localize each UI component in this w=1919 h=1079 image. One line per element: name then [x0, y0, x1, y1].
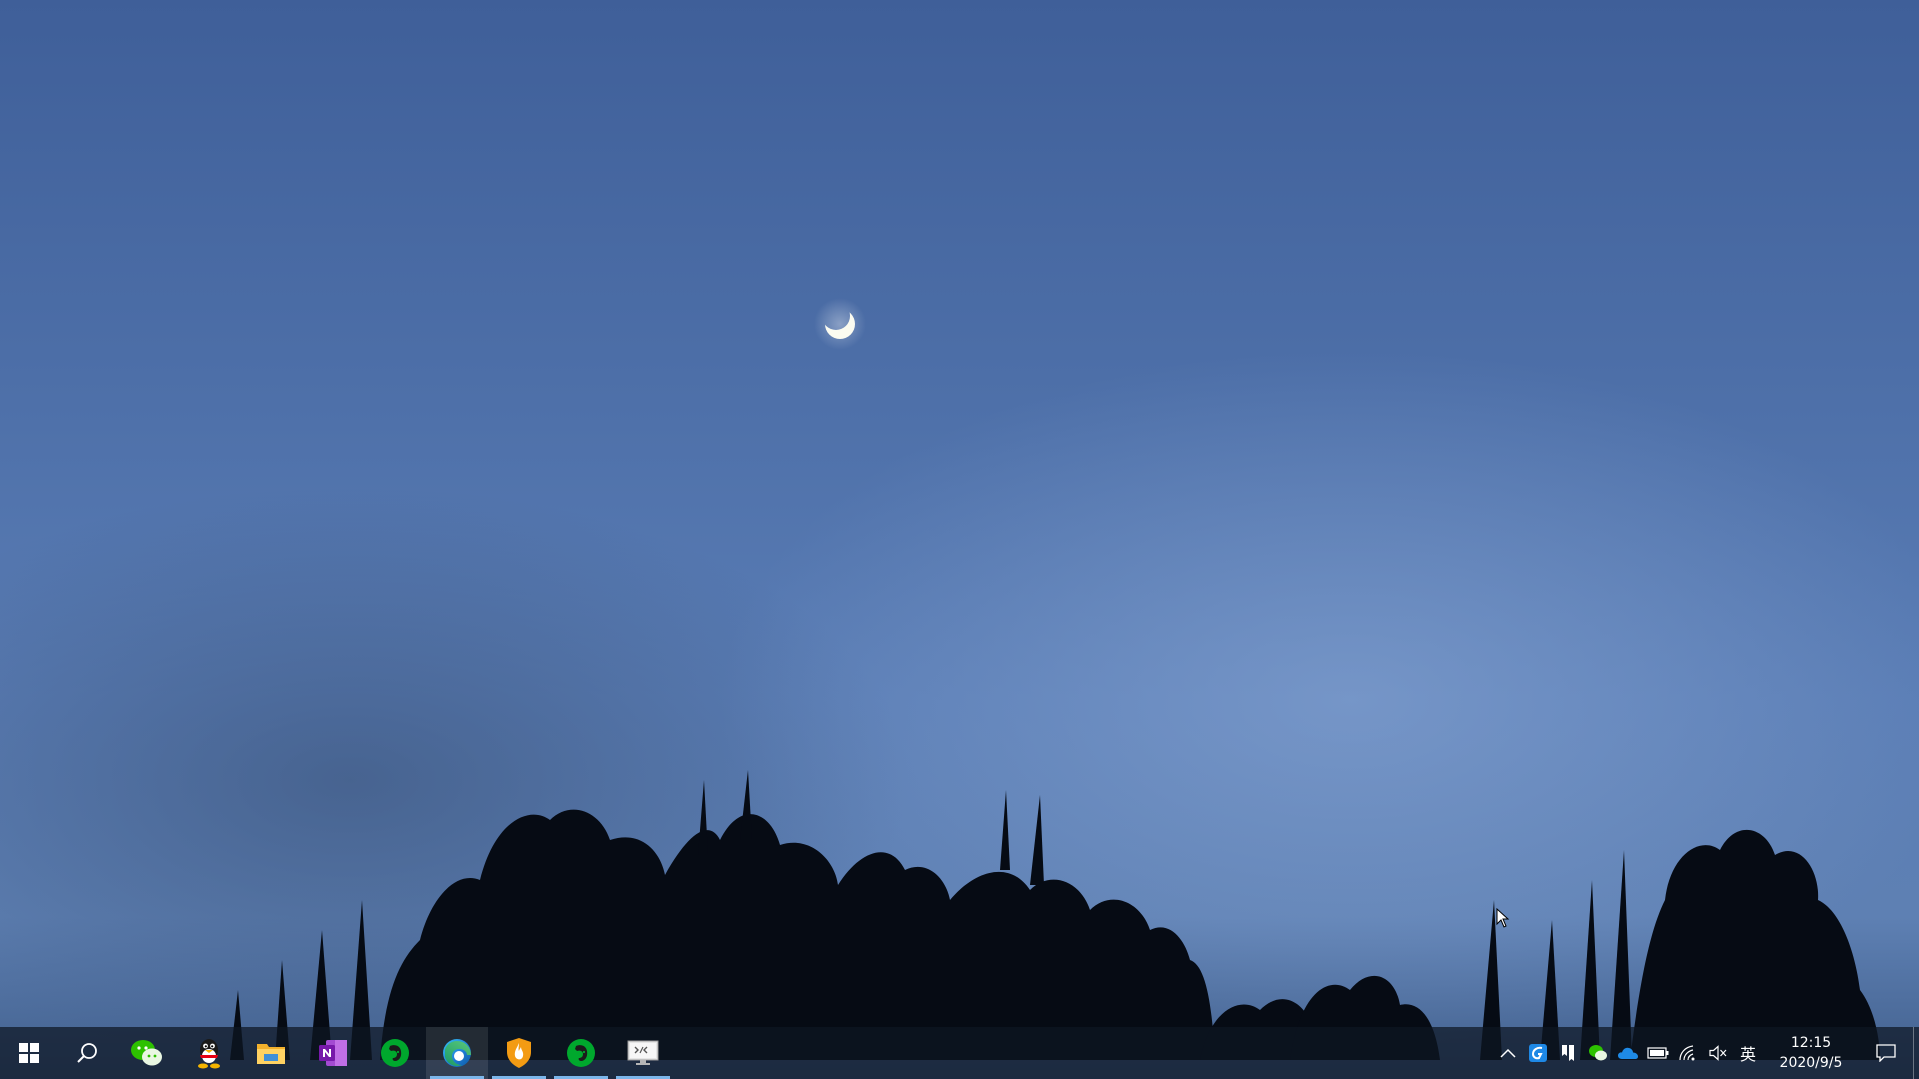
- wechat-icon: [1589, 1045, 1607, 1061]
- monitor-icon: [627, 1040, 659, 1065]
- search-icon: [77, 1043, 97, 1063]
- taskbar-app-onenote[interactable]: [302, 1027, 364, 1079]
- taskbar-app-file-explorer[interactable]: [240, 1027, 302, 1079]
- bookmark-icon: [1562, 1045, 1574, 1061]
- taskbar: 英 12:15 2020/9/5: [0, 1027, 1919, 1079]
- tray-browser[interactable]: [1523, 1027, 1553, 1079]
- tray-wifi[interactable]: [1673, 1027, 1703, 1079]
- notification-icon: [1876, 1044, 1896, 1062]
- edge-icon: [443, 1039, 471, 1067]
- tray-overflow-button[interactable]: [1493, 1027, 1523, 1079]
- show-desktop-button[interactable]: [1913, 1027, 1919, 1079]
- evernote-icon: [381, 1039, 409, 1067]
- windows-start-icon: [19, 1043, 39, 1063]
- evernote-icon: [567, 1039, 595, 1067]
- volume-muted-icon: [1709, 1045, 1727, 1061]
- onedrive-icon: [1618, 1047, 1638, 1059]
- wifi-icon: [1679, 1045, 1695, 1061]
- wechat-icon: [131, 1040, 162, 1066]
- tray-bookmark[interactable]: [1553, 1027, 1583, 1079]
- action-center-button[interactable]: [1859, 1027, 1913, 1079]
- tray-wechat[interactable]: [1583, 1027, 1613, 1079]
- shield-icon: [507, 1038, 531, 1068]
- taskbar-app-wechat[interactable]: [116, 1027, 178, 1079]
- chevron-up-icon: [1500, 1048, 1516, 1058]
- taskbar-app-remote-display[interactable]: [612, 1027, 674, 1079]
- onenote-icon: [319, 1040, 347, 1066]
- tray-volume[interactable]: [1703, 1027, 1733, 1079]
- ime-label: 英: [1739, 1045, 1756, 1064]
- browser-tray-icon: [1529, 1044, 1547, 1062]
- tray-battery[interactable]: [1643, 1027, 1673, 1079]
- taskbar-app-huorong[interactable]: [488, 1027, 550, 1079]
- clock[interactable]: 12:15 2020/9/5: [1763, 1027, 1859, 1079]
- battery-icon: [1647, 1047, 1669, 1059]
- tray-onedrive[interactable]: [1613, 1027, 1643, 1079]
- tree-silhouettes: [230, 770, 1880, 1060]
- ime-indicator[interactable]: 英: [1733, 1027, 1763, 1079]
- mouse-cursor-icon: [1496, 908, 1510, 928]
- search-button[interactable]: [58, 1027, 116, 1079]
- taskbar-app-edge[interactable]: [426, 1027, 488, 1079]
- clock-date: 2020/9/5: [1779, 1055, 1843, 1071]
- moon-image: [812, 296, 868, 352]
- taskbar-app-evernote-running[interactable]: [550, 1027, 612, 1079]
- taskbar-app-qq[interactable]: [178, 1027, 240, 1079]
- start-button[interactable]: [0, 1027, 58, 1079]
- system-tray: 英 12:15 2020/9/5: [1493, 1027, 1919, 1079]
- desktop-wallpaper: [0, 0, 1919, 1079]
- qq-penguin-icon: [198, 1039, 220, 1069]
- folder-icon: [257, 1044, 285, 1064]
- taskbar-app-evernote[interactable]: [364, 1027, 426, 1079]
- clock-time: 12:15: [1790, 1035, 1832, 1051]
